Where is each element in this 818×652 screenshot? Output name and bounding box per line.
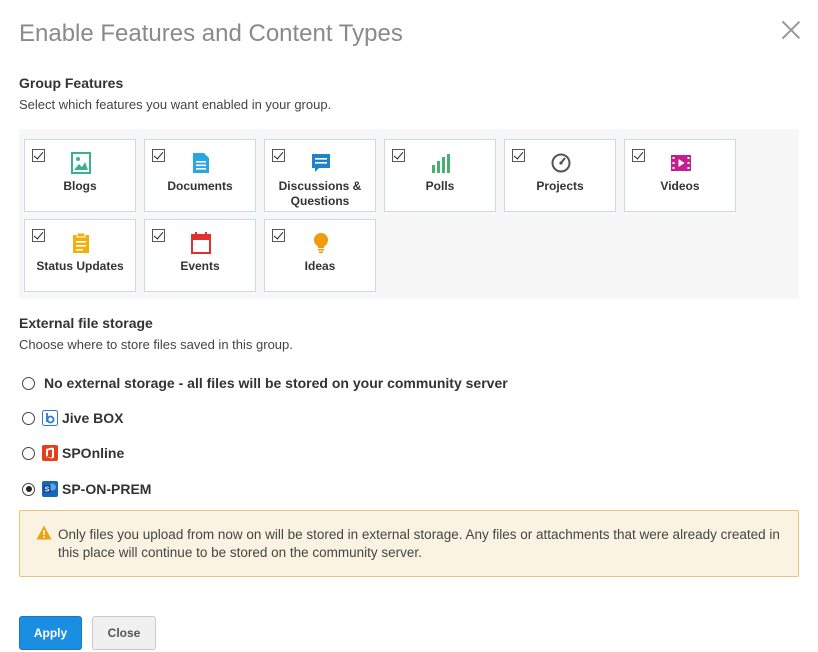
warning-text: Only files you upload from now on will b… [58, 527, 780, 560]
feature-tile-status-updates[interactable]: Status Updates [24, 219, 136, 292]
feature-label: Ideas [304, 259, 336, 273]
blog-image-icon [71, 152, 91, 174]
svg-text:S: S [45, 487, 50, 494]
calendar-icon [191, 232, 211, 254]
discussion-icon [312, 154, 330, 172]
dialog-title: Enable Features and Content Types [19, 20, 403, 47]
projects-checkbox[interactable] [512, 149, 525, 162]
feature-label: Polls [425, 179, 455, 193]
apply-button[interactable]: Apply [19, 616, 82, 650]
feature-tile-documents[interactable]: Documents [144, 139, 256, 212]
external-storage-heading: External file storage [19, 315, 153, 331]
storage-option-label: Jive BOX [62, 410, 124, 426]
events-checkbox[interactable] [152, 229, 165, 242]
storage-option-none[interactable]: No external storage - all files will be … [22, 373, 508, 393]
storage-option-sp-on-prem[interactable]: S SP-ON-PREM [22, 479, 151, 499]
close-button[interactable]: Close [92, 616, 156, 650]
feature-tile-videos[interactable]: Videos [624, 139, 736, 212]
feature-tile-events[interactable]: Events [144, 219, 256, 292]
videos-checkbox[interactable] [632, 149, 645, 162]
feature-label: Videos [660, 179, 700, 193]
feature-label: Projects [536, 179, 584, 193]
status-update-icon [73, 232, 89, 253]
ideas-checkbox[interactable] [272, 229, 285, 242]
office-icon [42, 445, 58, 461]
box-icon [42, 410, 58, 426]
feature-tile-blogs[interactable]: Blogs [24, 139, 136, 212]
poll-bars-icon [432, 154, 450, 173]
storage-none-radio[interactable] [22, 376, 35, 390]
warning-triangle-icon [36, 525, 52, 540]
feature-tile-projects[interactable]: Projects [504, 139, 616, 212]
storage-warning-alert: Only files you upload from now on will b… [19, 510, 799, 577]
feature-label: Discussions & Questions [278, 179, 362, 208]
documents-checkbox[interactable] [152, 149, 165, 162]
video-icon [671, 155, 691, 171]
lightbulb-icon [314, 233, 328, 254]
storage-sp-on-prem-radio[interactable] [22, 482, 35, 496]
feature-label: Documents [167, 179, 233, 193]
feature-tile-polls[interactable]: Polls [384, 139, 496, 212]
storage-option-jive-box[interactable]: Jive BOX [22, 408, 123, 428]
storage-jive-box-radio[interactable] [22, 411, 35, 425]
status-updates-checkbox[interactable] [32, 229, 45, 242]
document-icon [193, 153, 209, 173]
storage-option-label: No external storage - all files will be … [44, 375, 508, 391]
feature-label: Events [180, 259, 220, 273]
close-icon[interactable] [781, 20, 801, 40]
storage-option-label: SP-ON-PREM [62, 481, 152, 497]
feature-label: Status Updates [36, 259, 124, 273]
feature-tile-ideas[interactable]: Ideas [264, 219, 376, 292]
features-panel: Blogs Documents Discussions & Questions … [19, 129, 799, 299]
storage-option-sponline[interactable]: SPOnline [22, 443, 124, 463]
group-features-heading: Group Features [19, 75, 124, 91]
storage-option-label: SPOnline [62, 445, 125, 461]
feature-tile-discussions[interactable]: Discussions & Questions [264, 139, 376, 212]
group-features-description: Select which features you want enabled i… [19, 97, 332, 112]
external-storage-description: Choose where to store files saved in thi… [19, 337, 293, 352]
discussions-checkbox[interactable] [272, 149, 285, 162]
polls-checkbox[interactable] [392, 149, 405, 162]
blogs-checkbox[interactable] [32, 149, 45, 162]
project-gauge-icon [551, 153, 571, 173]
sharepoint-icon: S [42, 481, 58, 497]
feature-label: Blogs [63, 179, 97, 193]
storage-sponline-radio[interactable] [22, 446, 35, 460]
